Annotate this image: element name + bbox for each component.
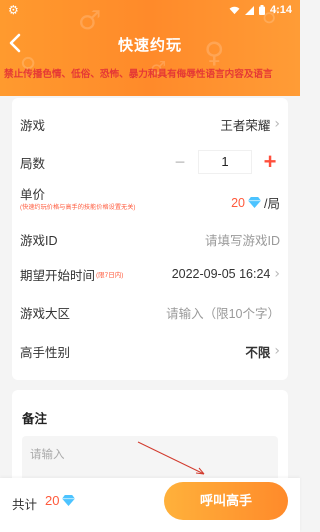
game-label: 游戏 bbox=[20, 118, 46, 133]
game-row[interactable]: 游戏 王者荣耀 › bbox=[20, 104, 280, 144]
bottom-bar: 共计 20 呼叫高手 bbox=[0, 478, 300, 532]
notice-banner: 禁止传播色情、低俗、恐怖、暴力和具有侮辱性语言内容及语言 bbox=[4, 69, 273, 80]
total-label: 共计 bbox=[12, 498, 38, 512]
status-time: 4:14 bbox=[269, 4, 292, 16]
region-input[interactable]: 请输入（限10个字） bbox=[166, 303, 280, 322]
minus-button[interactable]: − bbox=[170, 153, 190, 171]
call-expert-button[interactable]: 呼叫高手 bbox=[164, 482, 288, 520]
nav-bar: 快速约玩 bbox=[0, 28, 300, 58]
status-bar: ⚙ 4:14 bbox=[0, 0, 300, 22]
start-time-value: 2022-09-05 16:24 bbox=[171, 267, 271, 281]
start-time-row[interactable]: 期望开始时间 (限7日内) 2022-09-05 16:24 › bbox=[20, 254, 280, 294]
price-value-group: 20 /局 bbox=[231, 193, 280, 212]
gear-icon: ⚙ bbox=[8, 3, 19, 17]
start-time-label: 期望开始时间 bbox=[20, 268, 96, 283]
rounds-stepper: − 1 + bbox=[170, 150, 280, 174]
price-unit: /局 bbox=[264, 197, 280, 211]
price-note: (快速约玩价格与高手的技能价格设置无关) bbox=[20, 204, 136, 211]
header-banner: ♂ ♀ ♂ ♀ ♂ ⚙ 4:14 快速约玩 禁止传播色情、低俗、恐怖、暴力和具有… bbox=[0, 0, 300, 96]
start-time-note: (限7日内) bbox=[96, 272, 124, 279]
signal-icon bbox=[244, 5, 254, 15]
region-label: 游戏大区 bbox=[20, 306, 71, 321]
game-id-row[interactable]: 游戏ID 请填写游戏ID bbox=[20, 219, 280, 259]
battery-icon bbox=[258, 5, 265, 15]
diamond-icon bbox=[248, 197, 261, 208]
price-value: 20 bbox=[231, 195, 246, 210]
game-id-label: 游戏ID bbox=[20, 233, 58, 248]
remark-title: 备注 bbox=[22, 412, 48, 426]
total-value: 20 bbox=[45, 493, 60, 508]
game-value: 王者荣耀 bbox=[220, 118, 271, 133]
page-title: 快速约玩 bbox=[117, 37, 182, 54]
order-form-card: 游戏 王者荣耀 › 局数 − 1 + 单价 (快速约玩价格与高手的技能价格设置无… bbox=[12, 98, 288, 380]
annotation-arrow bbox=[137, 441, 205, 475]
region-row[interactable]: 游戏大区 请输入（限10个字） bbox=[20, 292, 280, 332]
price-label: 单价 bbox=[20, 188, 46, 202]
gender-row[interactable]: 高手性别 不限 › bbox=[20, 331, 280, 371]
chevron-right-icon: › bbox=[274, 116, 280, 132]
rounds-label: 局数 bbox=[20, 156, 46, 171]
diamond-icon bbox=[62, 495, 75, 506]
rounds-count[interactable]: 1 bbox=[198, 150, 252, 174]
chevron-right-icon: › bbox=[274, 266, 280, 282]
plus-button[interactable]: + bbox=[260, 151, 280, 173]
wifi-icon bbox=[229, 6, 240, 14]
gender-label: 高手性别 bbox=[20, 345, 71, 360]
game-id-input[interactable]: 请填写游戏ID bbox=[205, 230, 280, 249]
chevron-right-icon: › bbox=[274, 343, 280, 359]
gender-value: 不限 bbox=[245, 345, 271, 360]
